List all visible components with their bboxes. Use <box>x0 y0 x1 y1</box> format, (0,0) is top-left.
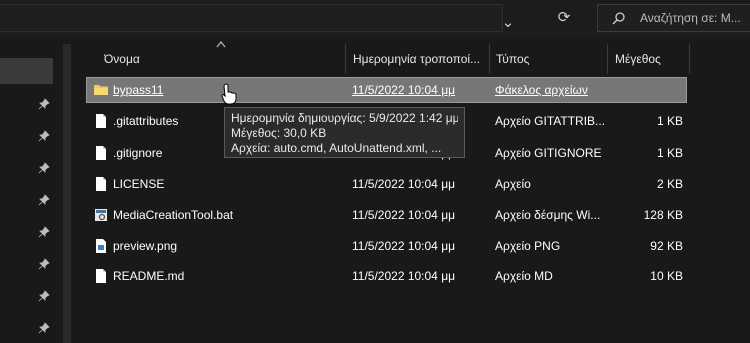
pin-icon[interactable] <box>38 194 50 206</box>
file-icon <box>96 114 106 128</box>
tooltip-created-date: Ημερομηνία δημιουργίας: 5/9/2022 1:42 μμ <box>231 111 458 125</box>
image-file-icon <box>96 239 106 253</box>
pin-icon[interactable] <box>38 162 50 174</box>
file-icon <box>96 269 106 283</box>
file-row[interactable]: README.md 11/5/2022 10:04 μμ Αρχείο MD 1… <box>87 264 686 288</box>
search-placeholder: Αναζήτηση σε: Μ... <box>640 11 741 25</box>
column-divider[interactable] <box>607 44 608 74</box>
column-divider[interactable] <box>689 44 690 74</box>
pin-icon[interactable] <box>38 226 50 238</box>
file-date: 11/5/2022 10:04 μμ <box>352 208 456 222</box>
file-row[interactable]: MediaCreationTool.bat 11/5/2022 10:04 μμ… <box>87 203 686 227</box>
pin-icon[interactable] <box>38 322 50 334</box>
file-icon <box>96 146 106 160</box>
column-divider[interactable] <box>489 44 490 74</box>
file-size: 2 KB <box>656 177 683 191</box>
file-size: 1 KB <box>656 114 683 128</box>
file-size <box>613 78 683 102</box>
address-dropdown-icon[interactable]: ⌄ <box>493 9 523 37</box>
pin-icon[interactable] <box>38 258 50 270</box>
search-box[interactable]: Αναζήτηση σε: Μ... <box>597 4 750 32</box>
pin-icon[interactable] <box>38 130 50 142</box>
column-header-type[interactable]: Τύπος <box>496 42 604 76</box>
file-name: MediaCreationTool.bat <box>113 208 234 222</box>
navigation-pane <box>0 38 62 343</box>
file-date: 11/5/2022 10:04 μμ <box>352 177 456 191</box>
file-size: 10 KB <box>650 269 683 283</box>
folder-icon <box>94 85 108 95</box>
file-type: Αρχείο MD <box>495 269 553 283</box>
file-size: 128 KB <box>643 208 683 222</box>
tooltip-size: Μέγεθος: 30,0 KB <box>231 126 327 140</box>
pin-icon[interactable] <box>38 290 50 302</box>
top-bar: ⌄ ⟳ Αναζήτηση σε: Μ... <box>0 0 750 38</box>
file-type: Αρχείο δέσμης Wi... <box>495 208 601 222</box>
column-divider[interactable] <box>345 44 346 74</box>
search-icon <box>612 12 625 25</box>
file-type: Αρχείο GITIGNORE <box>495 146 602 160</box>
column-header-size[interactable]: Μέγεθος <box>615 42 685 76</box>
file-name: preview.png <box>113 239 178 253</box>
file-icon <box>96 177 106 191</box>
refresh-icon[interactable]: ⟳ <box>549 4 579 32</box>
file-row-selected[interactable]: bypass11 11/5/2022 10:04 μμ Φάκελος αρχε… <box>86 77 687 103</box>
file-date: 11/5/2022 10:04 μμ <box>352 269 456 283</box>
address-bar[interactable]: ⌄ <box>0 4 514 32</box>
file-size: 92 KB <box>650 239 683 253</box>
nav-scrollbar[interactable] <box>63 44 71 343</box>
nav-item-selected[interactable] <box>0 58 53 84</box>
tooltip-contents: Αρχεία: auto.cmd, AutoUnattend.xml, ... <box>231 141 442 155</box>
batch-file-icon <box>95 209 107 221</box>
column-header-name[interactable]: Όνομα <box>104 42 334 76</box>
file-row[interactable]: preview.png 11/5/2022 10:04 μμ Αρχείο PN… <box>87 234 686 258</box>
file-size: 1 KB <box>656 146 683 160</box>
file-info-tooltip: Ημερομηνία δημιουργίας: 5/9/2022 1:42 μμ… <box>224 107 465 158</box>
file-type: Φάκελος αρχείων <box>495 83 588 97</box>
file-name: README.md <box>113 269 185 283</box>
pin-icon[interactable] <box>38 98 50 110</box>
file-type: Αρχείο <box>495 177 531 191</box>
file-date: 11/5/2022 10:04 μμ <box>352 83 456 97</box>
file-row[interactable]: LICENSE 11/5/2022 10:04 μμ Αρχείο 2 KB <box>87 172 686 196</box>
hand-pointer-cursor-icon <box>221 83 237 105</box>
file-name: LICENSE <box>113 177 165 191</box>
file-type: Αρχείο PNG <box>495 239 561 253</box>
column-header-date[interactable]: Ημερομηνία τροποποί... <box>353 42 485 76</box>
file-date: 11/5/2022 10:04 μμ <box>352 239 456 253</box>
file-type: Αρχείο GITATTRIB... <box>495 114 606 128</box>
